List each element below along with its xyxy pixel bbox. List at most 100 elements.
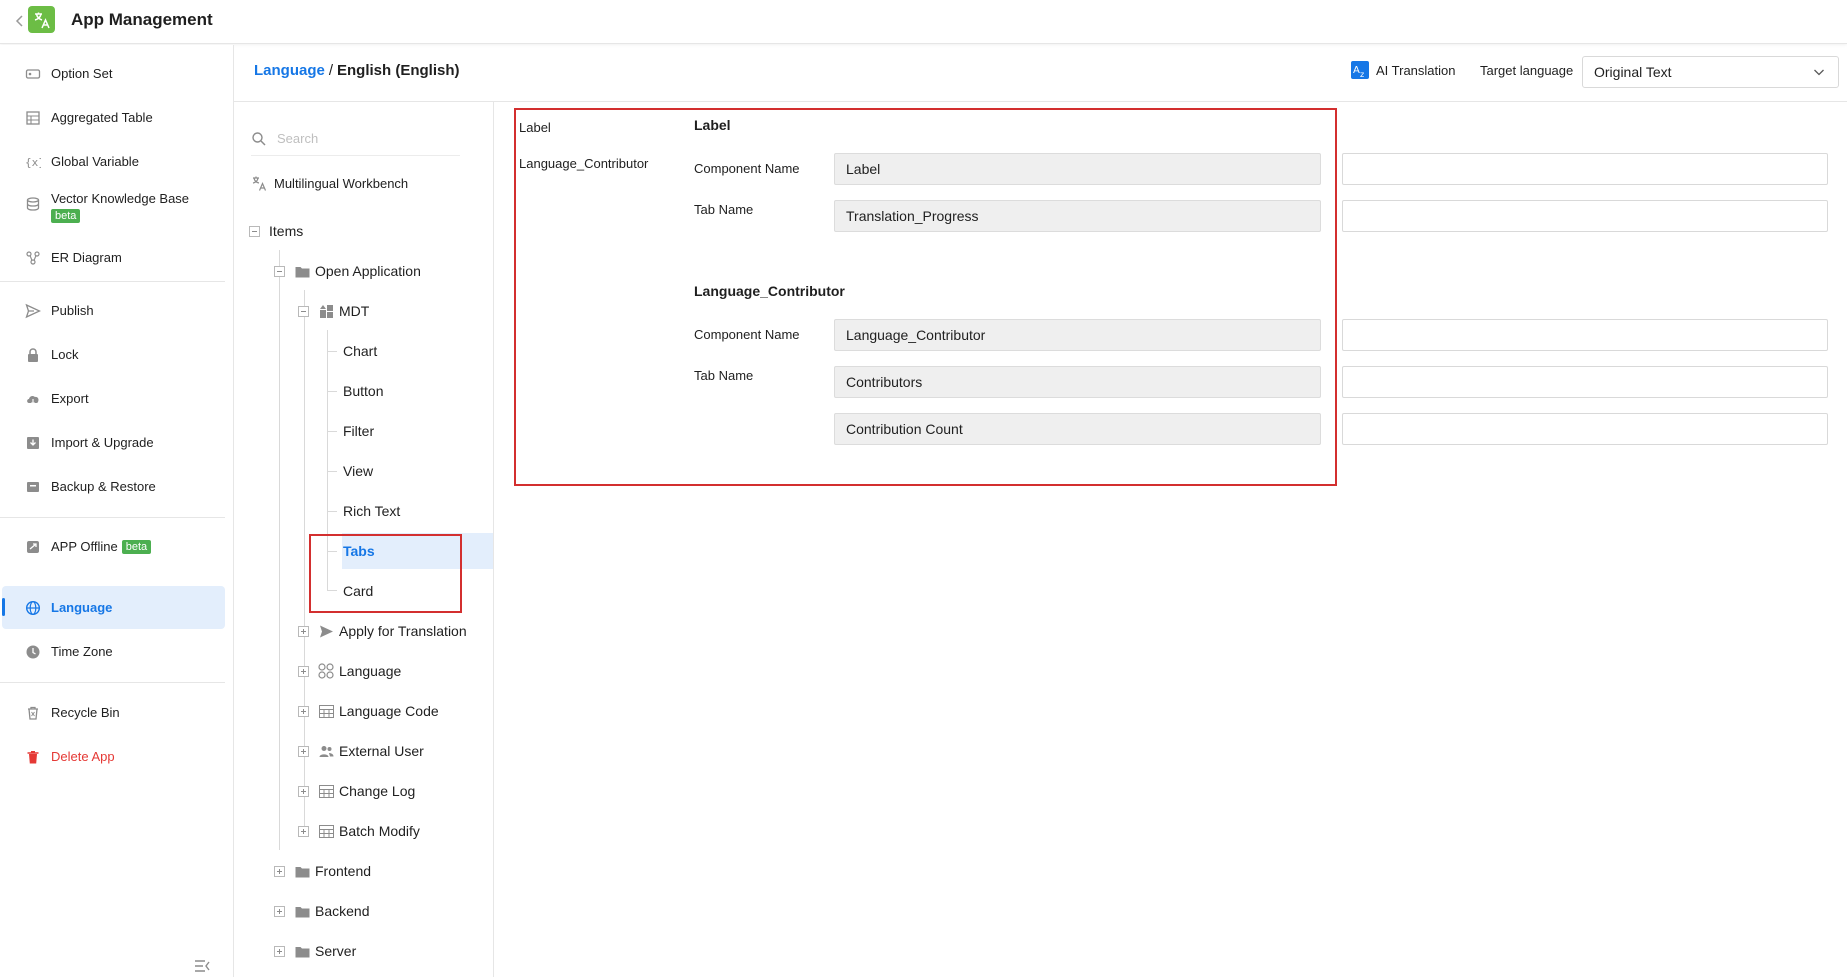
beta-badge: beta (51, 209, 81, 223)
variable-icon: {x} (24, 153, 42, 171)
target-language-value: Original Text (1594, 64, 1672, 80)
expand-toggle-icon[interactable] (298, 705, 309, 717)
tree-node-change-log[interactable]: Change Log (298, 773, 415, 809)
sidebar-item-vector-knowledge-base[interactable]: Vector Knowledge Base beta (2, 184, 225, 236)
ai-translation-label: AI Translation (1376, 62, 1456, 78)
expand-toggle-icon[interactable] (274, 865, 285, 877)
target-language-select[interactable]: Original Text (1582, 56, 1839, 88)
tab-name-translation-input[interactable] (1342, 200, 1828, 232)
er-diagram-icon (24, 249, 42, 267)
sidebar-item-lock[interactable]: Lock (2, 333, 225, 376)
tree-node-language-code[interactable]: Language Code (298, 693, 439, 729)
anchor-link-language-contributor[interactable]: Language_Contributor (519, 156, 648, 171)
tree-node-frontend[interactable]: Frontend (274, 853, 371, 889)
tree-leaf-tabs[interactable]: Tabs (343, 533, 375, 569)
option-set-icon (24, 65, 42, 83)
expand-toggle-icon[interactable] (298, 665, 309, 677)
module-icon (318, 303, 334, 319)
tree-leaf-card[interactable]: Card (343, 573, 373, 609)
component-name-translation-input[interactable] (1342, 319, 1828, 351)
tree-leaf-chart[interactable]: Chart (343, 333, 377, 369)
sidebar-item-app-offline[interactable]: APP Offline beta (2, 525, 225, 568)
sidebar-item-time-zone[interactable]: Time Zone (2, 630, 225, 673)
app-title: App Management (71, 10, 213, 29)
tree-leaf-view[interactable]: View (343, 453, 373, 489)
breadcrumb-root-link[interactable]: Language (254, 62, 325, 79)
tree-search[interactable]: Search (251, 122, 460, 156)
field-label: Tab Name (694, 368, 754, 383)
expand-toggle-icon[interactable] (298, 785, 309, 797)
sidebar-item-backup-restore[interactable]: Backup & Restore (2, 465, 225, 508)
sidebar-item-recycle-bin[interactable]: Recycle Bin (2, 691, 225, 734)
cloud-export-icon (24, 390, 42, 408)
sidebar-item-er-diagram[interactable]: ER Diagram (2, 236, 225, 279)
tree-branch-line (327, 590, 337, 591)
sidebar-item-label: Delete App (51, 749, 115, 764)
tree-node-batch-modify[interactable]: Batch Modify (298, 813, 420, 849)
sidebar-item-label: Vector Knowledge Base (51, 191, 190, 206)
sidebar-item-publish[interactable]: Publish (2, 289, 225, 332)
svg-text:z: z (1360, 70, 1364, 79)
expand-toggle-icon[interactable] (298, 825, 309, 837)
database-icon (24, 195, 42, 213)
tree-node-label: MDT (339, 303, 370, 319)
collapse-toggle-icon[interactable] (298, 305, 309, 317)
search-placeholder: Search (277, 131, 319, 146)
tree-node-backend[interactable]: Backend (274, 893, 369, 929)
sidebar-item-label: ER Diagram (51, 250, 122, 265)
collapse-sidebar-icon[interactable] (193, 957, 211, 975)
recycle-bin-icon (24, 704, 42, 722)
sidebar-item-import-upgrade[interactable]: Import & Upgrade (2, 421, 225, 464)
tree-leaf-filter[interactable]: Filter (343, 413, 374, 449)
expand-toggle-icon[interactable] (274, 905, 285, 917)
tree-node-open-application[interactable]: Open Application (274, 253, 421, 289)
backup-icon (24, 478, 42, 496)
ai-translation-button[interactable]: Az AI Translation (1350, 60, 1456, 80)
tab-name-translation-input[interactable] (1342, 413, 1828, 445)
top-bar: App Management (0, 0, 1847, 44)
expand-toggle-icon[interactable] (298, 625, 309, 637)
tree-node-mdt[interactable]: MDT (298, 293, 369, 329)
field-label: Component Name (694, 327, 800, 342)
ai-translate-icon: Az (1350, 60, 1370, 80)
section-title: Language_Contributor (694, 283, 845, 299)
tree-node-language[interactable]: Language (298, 653, 401, 689)
translate-logo-icon (28, 6, 55, 33)
sidebar-item-export[interactable]: Export (2, 377, 225, 420)
tab-name-translation-input[interactable] (1342, 366, 1828, 398)
clock-icon (24, 643, 42, 661)
import-icon (24, 434, 42, 452)
tree-guide-line (279, 250, 280, 850)
collapse-toggle-icon[interactable] (249, 225, 260, 237)
tree-leaf-rich-text[interactable]: Rich Text (343, 493, 400, 529)
sidebar-item-language[interactable]: Language (2, 586, 225, 629)
component-name-translation-input[interactable] (1342, 153, 1828, 185)
sidebar-item-option-set[interactable]: Option Set (2, 52, 225, 95)
anchor-link-label[interactable]: Label (519, 120, 551, 135)
tree-node-label: Card (343, 583, 374, 599)
users-icon (318, 743, 334, 759)
expand-toggle-icon[interactable] (274, 945, 285, 957)
sidebar-item-delete-app[interactable]: Delete App (2, 735, 225, 778)
tree-leaf-button[interactable]: Button (343, 373, 383, 409)
tree-branch-line (327, 431, 337, 432)
tree-node-apply-for-translation[interactable]: Apply for Translation (298, 613, 467, 649)
tree-node-label: External User (339, 743, 424, 759)
sidebar-item-aggregated-table[interactable]: Aggregated Table (2, 96, 225, 139)
tree-node-items[interactable]: Items (249, 213, 303, 249)
tree-node-label: Batch Modify (339, 823, 420, 839)
tree-node-server[interactable]: Server (274, 933, 356, 969)
sidebar-item-label: Aggregated Table (51, 110, 153, 125)
tree-node-external-user[interactable]: External User (298, 733, 424, 769)
sidebar-item-global-variable[interactable]: {x} Global Variable (2, 140, 225, 183)
sidebar-item-label: Recycle Bin (51, 705, 120, 720)
chevron-left-icon[interactable] (15, 11, 27, 31)
tree-node-label: Backend (315, 903, 370, 919)
grid-icon (318, 663, 334, 679)
collapse-toggle-icon[interactable] (274, 265, 285, 277)
component-name-original: Label (834, 153, 1321, 185)
expand-toggle-icon[interactable] (298, 745, 309, 757)
tree-node-label: Language (339, 663, 402, 679)
tree-node-label: View (343, 463, 374, 479)
multilingual-workbench-link[interactable]: Multilingual Workbench (251, 175, 408, 192)
